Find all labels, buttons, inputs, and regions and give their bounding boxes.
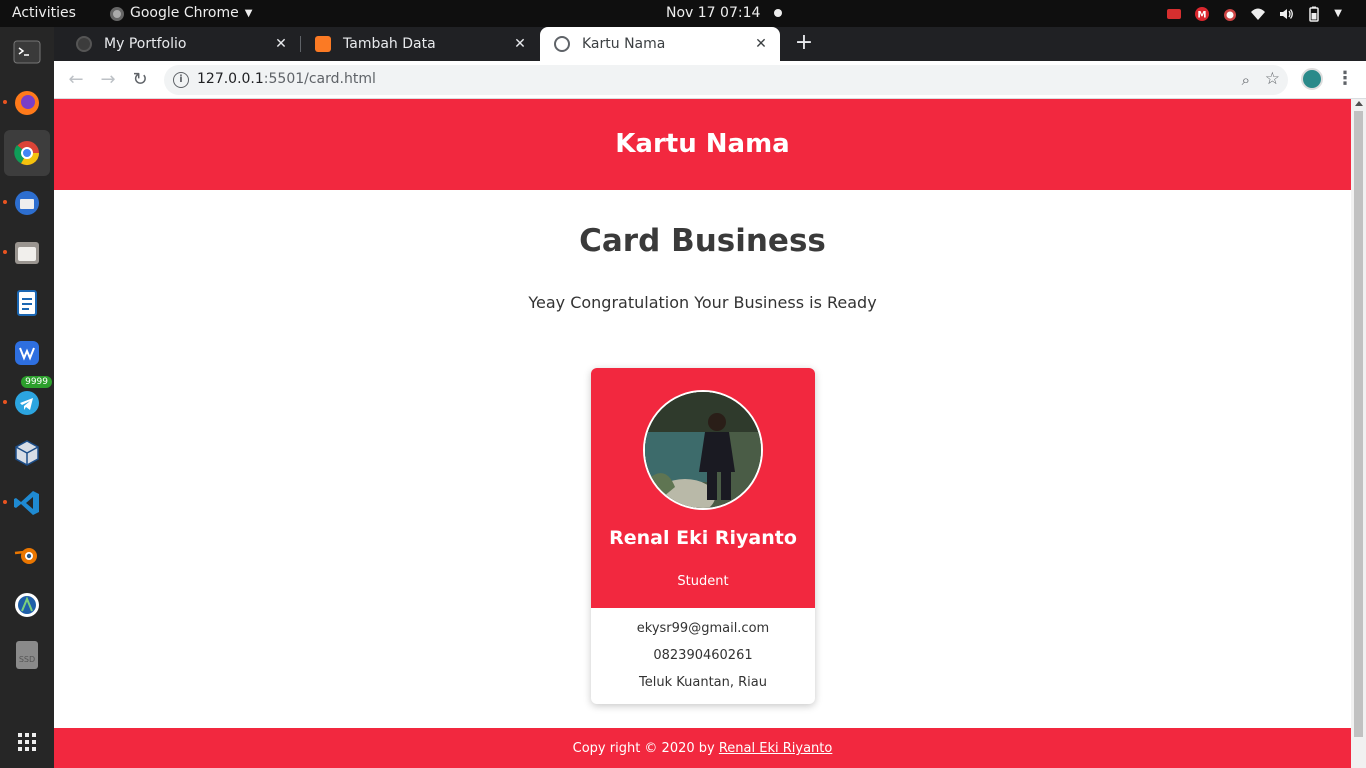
chrome-window: My Portfolio ✕ Tambah Data ✕ Kartu Nama …	[54, 27, 1366, 768]
card-phone: 082390460261	[653, 648, 753, 663]
clock-label: Nov 17 07:14	[666, 5, 761, 21]
site-info-icon[interactable]: i	[173, 72, 189, 88]
reload-button[interactable]: ↻	[128, 68, 152, 92]
dock-writer[interactable]	[4, 280, 50, 326]
dock-terminal[interactable]	[4, 29, 50, 75]
close-icon[interactable]: ✕	[511, 35, 529, 53]
globe-icon	[76, 36, 92, 52]
tab-kartu-nama[interactable]: Kartu Nama ✕	[540, 27, 780, 61]
dock-firefox[interactable]	[3, 80, 50, 126]
tab-my-portfolio[interactable]: My Portfolio ✕	[62, 27, 300, 61]
card-name: Renal Eki Riyanto	[609, 527, 797, 549]
business-card: Renal Eki Riyanto Student ekysr99@gmail.…	[591, 368, 815, 704]
tab-strip: My Portfolio ✕ Tambah Data ✕ Kartu Nama …	[54, 27, 1366, 61]
card-email: ekysr99@gmail.com	[636, 621, 770, 636]
caret-down-icon: ▼	[244, 8, 253, 19]
dock-virtualbox[interactable]	[4, 430, 50, 476]
system-top-bar: Activities Google Chrome ▼ Nov 17 07:14 …	[0, 0, 1366, 27]
page-subtitle: Yeay Congratulation Your Business is Rea…	[528, 293, 877, 312]
site-footer: Copy right © 2020 by Renal Eki Riyanto	[54, 728, 1351, 768]
volume-icon[interactable]	[1278, 6, 1294, 22]
system-tray[interactable]: M ▼	[1166, 0, 1342, 27]
mega-icon[interactable]: M	[1194, 6, 1210, 22]
firefox-icon	[15, 91, 39, 115]
svg-text:M: M	[1198, 10, 1207, 20]
url-host: 127.0.0.1	[197, 71, 264, 87]
running-indicator	[3, 250, 7, 254]
chrome-menu-button[interactable]: ⋮	[1336, 67, 1354, 91]
wps-icon	[15, 341, 39, 365]
app-menu[interactable]: Google Chrome ▼	[110, 0, 252, 27]
tab-label: Tambah Data	[343, 36, 436, 52]
footer-author-link[interactable]: Renal Eki Riyanto	[719, 741, 832, 756]
dock-files[interactable]	[3, 230, 50, 276]
activities-button[interactable]: Activities	[12, 0, 76, 27]
battery-icon[interactable]	[1306, 6, 1322, 22]
close-icon[interactable]: ✕	[272, 35, 290, 53]
new-tab-button[interactable]: +	[792, 32, 816, 56]
dock: 9999 SSD	[0, 27, 54, 768]
running-indicator	[3, 400, 7, 404]
vscode-icon	[14, 491, 39, 515]
zoom-icon[interactable]: ⌕	[1242, 71, 1250, 89]
url-text[interactable]: 127.0.0.1:5501/card.html	[197, 71, 376, 87]
address-bar[interactable]: i 127.0.0.1:5501/card.html ⌕ ☆	[164, 65, 1288, 95]
card-role: Student	[677, 574, 729, 589]
url-path: :5501/card.html	[263, 71, 376, 87]
dock-blender[interactable]	[4, 532, 50, 578]
speedtest-icon[interactable]	[1166, 6, 1182, 22]
writer-icon	[17, 290, 37, 316]
app-grid-icon	[18, 733, 36, 751]
dock-telegram[interactable]: 9999	[3, 376, 52, 426]
tab-label: Kartu Nama	[582, 36, 666, 52]
page-viewport: Kartu Nama Card Business Yeay Congratula…	[54, 99, 1351, 768]
forward-button[interactable]: →	[96, 68, 120, 92]
files-icon	[15, 242, 39, 264]
thunderbird-icon	[15, 191, 39, 215]
chrome-icon	[110, 6, 124, 21]
wifi-icon[interactable]	[1250, 6, 1266, 22]
card-header: Renal Eki Riyanto Student	[591, 368, 815, 608]
terminal-icon	[13, 40, 41, 64]
dock-vscode[interactable]	[3, 480, 50, 526]
running-indicator	[3, 200, 7, 204]
xampp-icon	[315, 36, 331, 52]
telegram-badge: 9999	[21, 376, 52, 388]
back-button[interactable]: ←	[64, 68, 88, 92]
clock[interactable]: Nov 17 07:14	[666, 0, 783, 27]
site-header: Kartu Nama	[54, 99, 1351, 190]
bookmark-star-icon[interactable]: ☆	[1265, 69, 1280, 89]
close-icon[interactable]: ✕	[752, 35, 770, 53]
telegram-icon	[15, 391, 39, 415]
dock-thunderbird[interactable]	[3, 180, 50, 226]
dock-wps[interactable]	[4, 330, 50, 376]
dock-chrome[interactable]	[4, 130, 50, 176]
system-menu-caret-icon[interactable]: ▼	[1334, 0, 1342, 27]
globe-icon	[554, 36, 570, 52]
page-title: Card Business	[579, 223, 826, 259]
profile-photo	[643, 390, 763, 510]
scroll-up-arrow-icon[interactable]	[1355, 101, 1363, 106]
android-studio-icon	[15, 593, 39, 617]
card-address: Teluk Kuantan, Riau	[639, 675, 767, 690]
browser-toolbar: ← → ↻ i 127.0.0.1:5501/card.html ⌕ ☆ ⋮	[54, 61, 1366, 99]
running-indicator	[3, 500, 7, 504]
app-menu-label: Google Chrome	[130, 5, 239, 21]
blender-icon	[14, 548, 37, 564]
alarm-icon[interactable]	[1222, 6, 1238, 22]
tab-tambah-data[interactable]: Tambah Data ✕	[301, 27, 539, 61]
footer-text: Copy right © 2020 by	[572, 741, 719, 756]
ssd-drive-icon: SSD	[16, 641, 38, 669]
dock-ssd-drive[interactable]: SSD	[4, 632, 50, 678]
scrollbar-thumb[interactable]	[1354, 111, 1363, 737]
dock-app-grid[interactable]	[4, 719, 50, 765]
dock-android-studio[interactable]	[4, 582, 50, 628]
virtualbox-icon	[15, 440, 39, 466]
running-indicator	[3, 100, 7, 104]
chrome-icon	[14, 141, 39, 166]
tab-label: My Portfolio	[104, 36, 187, 52]
profile-avatar[interactable]	[1301, 68, 1323, 90]
page-scrollbar[interactable]	[1351, 99, 1366, 768]
notification-dot-icon	[774, 9, 783, 17]
